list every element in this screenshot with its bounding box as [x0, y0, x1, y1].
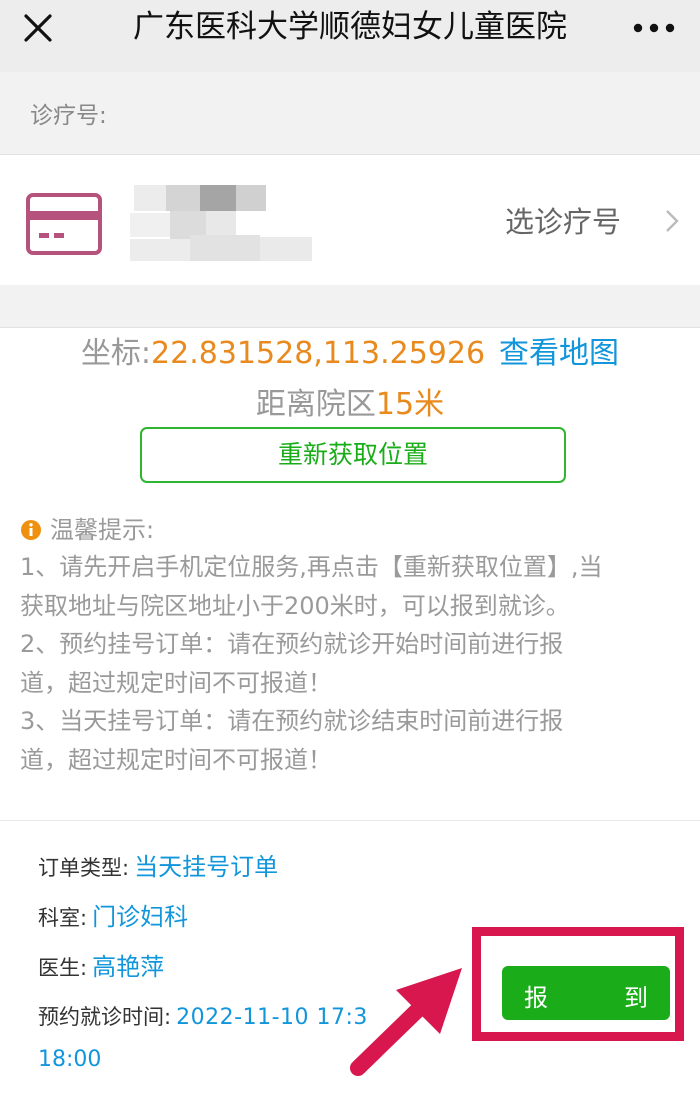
view-map-link[interactable]: 查看地图: [499, 336, 619, 371]
coordinates-value: 22.831528,113.25926: [151, 336, 486, 371]
section-gap: [0, 285, 700, 328]
distance-label: 距离院区: [255, 387, 376, 422]
title-bar: 广东医科大学顺德妇女儿童医院: [0, 0, 700, 72]
tip-line: 3、当天挂号订单：请在预约就诊结束时间前进行报: [20, 707, 564, 735]
coordinates-label: 坐标:: [80, 336, 152, 371]
close-button[interactable]: [18, 8, 58, 48]
select-card-link[interactable]: 选诊疗号: [505, 199, 621, 241]
more-dots-icon: [633, 23, 675, 33]
tip-line: 1、请先开启手机定位服务,再点击【重新获取位置】,当: [20, 553, 603, 581]
patient-card-row[interactable]: 选诊疗号: [0, 155, 700, 285]
doctor-label: 医生:: [38, 956, 88, 980]
patient-section-header: 诊疗号:: [0, 72, 700, 155]
close-icon: [24, 14, 52, 42]
info-icon: [21, 520, 41, 540]
tips-header: 温馨提示:: [20, 512, 680, 548]
tips-section: 温馨提示: 1、请先开启手机定位服务,再点击【重新获取位置】,当 获取地址与院区…: [20, 512, 680, 779]
tip-line: 2、预约挂号订单：请在预约就诊开始时间前进行报: [20, 630, 564, 658]
department-row: 科室: 门诊妇科: [38, 895, 458, 945]
arrow-annotation-icon: [350, 968, 462, 1076]
divider: [0, 820, 700, 821]
patient-section-label: 诊疗号:: [30, 103, 107, 129]
tip-line: 道，超过规定时间不可报道！: [20, 745, 332, 774]
tip-line: 获取地址与院区地址小于200米时，可以报到就诊。: [20, 591, 570, 620]
department-value: 门诊妇科: [92, 903, 189, 931]
highlight-annotation-box: [472, 927, 684, 1041]
tips-title: 温馨提示:: [50, 516, 155, 544]
card-icon: [26, 193, 102, 255]
doctor-value: 高艳萍: [92, 953, 165, 981]
coordinates-line: 坐标:22.831528,113.25926 查看地图: [0, 332, 700, 376]
order-type-value: 当天挂号订单: [134, 853, 279, 881]
patient-name-blurred: [130, 183, 320, 263]
page-title: 广东医科大学顺德妇女儿童医院: [133, 9, 567, 45]
appointment-time-label: 预约就诊时间:: [38, 1005, 172, 1029]
relocate-button[interactable]: 重新获取位置: [140, 427, 566, 483]
more-button[interactable]: [628, 10, 680, 46]
order-type-label: 订单类型:: [38, 856, 130, 880]
order-type-row: 订单类型: 当天挂号订单: [38, 845, 458, 895]
department-label: 科室:: [38, 906, 88, 930]
chevron-right-icon: [666, 210, 679, 232]
distance-value: 15米: [375, 387, 445, 422]
tip-line: 道，超过规定时间不可报道！: [20, 668, 332, 697]
distance-line: 距离院区15米: [0, 383, 700, 427]
